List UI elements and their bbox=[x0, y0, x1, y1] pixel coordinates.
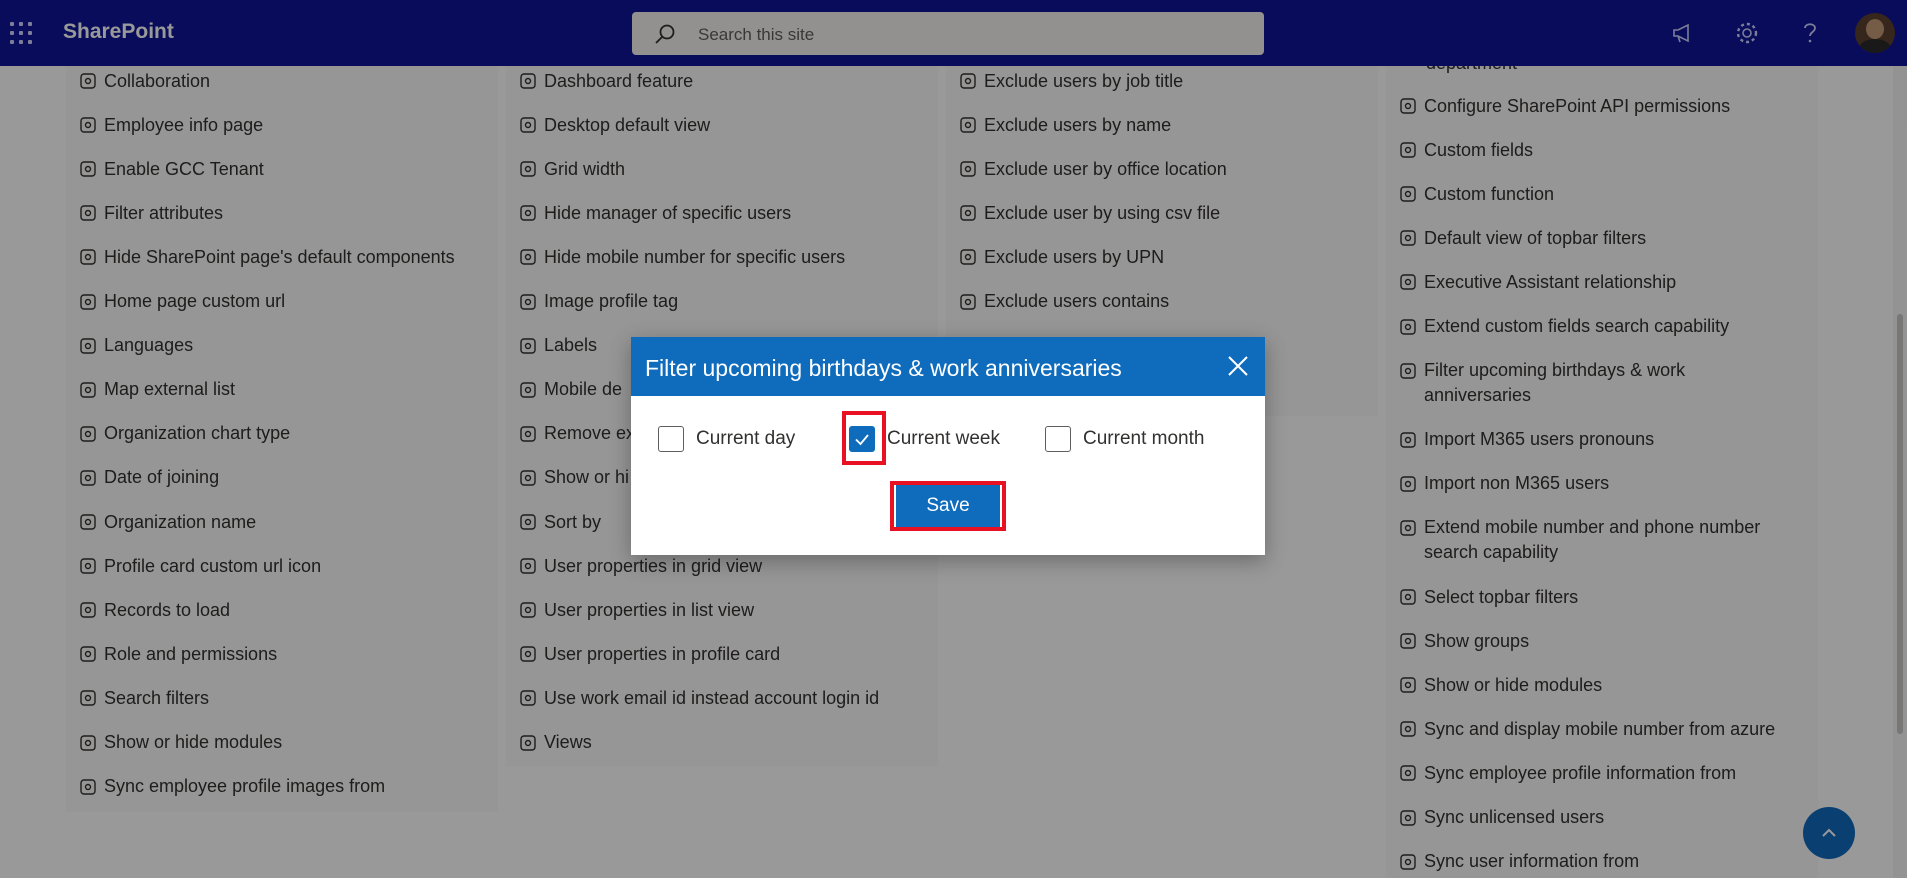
current-month-label: Current month bbox=[1083, 428, 1205, 449]
current-day-checkbox[interactable] bbox=[658, 426, 684, 452]
current-month-option[interactable]: Current month bbox=[1045, 423, 1204, 455]
save-highlight bbox=[890, 481, 1006, 531]
current-day-label: Current day bbox=[696, 428, 796, 449]
current-day-option[interactable]: Current day bbox=[658, 423, 795, 455]
filter-dialog: Filter upcoming birthdays & work anniver… bbox=[631, 337, 1265, 555]
close-icon[interactable] bbox=[1225, 353, 1251, 379]
dialog-title: Filter upcoming birthdays & work anniver… bbox=[645, 355, 1122, 381]
checkbox-highlight bbox=[842, 411, 886, 465]
current-week-label: Current week bbox=[887, 428, 1000, 449]
dialog-header: Filter upcoming birthdays & work anniver… bbox=[631, 337, 1265, 396]
current-month-checkbox[interactable] bbox=[1045, 426, 1071, 452]
